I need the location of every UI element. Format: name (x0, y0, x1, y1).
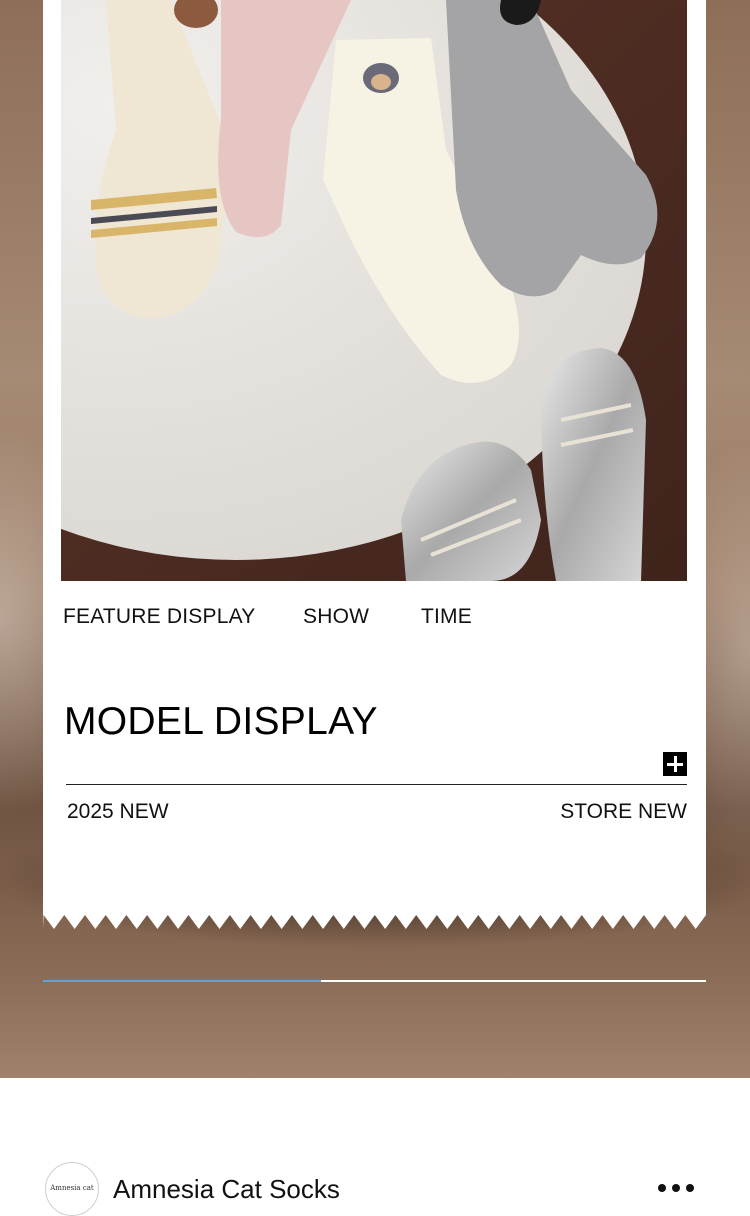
product-photo[interactable] (61, 0, 687, 581)
store-logo-text: Amnesia cat (50, 1184, 94, 1192)
plus-icon[interactable] (663, 752, 687, 776)
tab-time[interactable]: TIME (421, 605, 472, 629)
tab-show[interactable]: SHOW (303, 605, 369, 629)
zigzag-edge (43, 913, 706, 929)
subtitle-store: STORE NEW (560, 800, 687, 823)
socks-and-sneakers-image (61, 0, 687, 581)
carousel-progress-fill (43, 980, 322, 982)
store-avatar[interactable]: Amnesia cat (45, 1162, 99, 1216)
section-title: MODEL DISPLAY (64, 700, 378, 743)
divider (66, 784, 687, 785)
tab-feature-display[interactable]: FEATURE DISPLAY (63, 605, 255, 629)
carousel-progress-track (43, 980, 706, 982)
subtitle-year: 2025 NEW (67, 800, 169, 823)
more-dots-icon[interactable] (655, 1182, 697, 1194)
store-name[interactable]: Amnesia Cat Socks (113, 1174, 340, 1205)
